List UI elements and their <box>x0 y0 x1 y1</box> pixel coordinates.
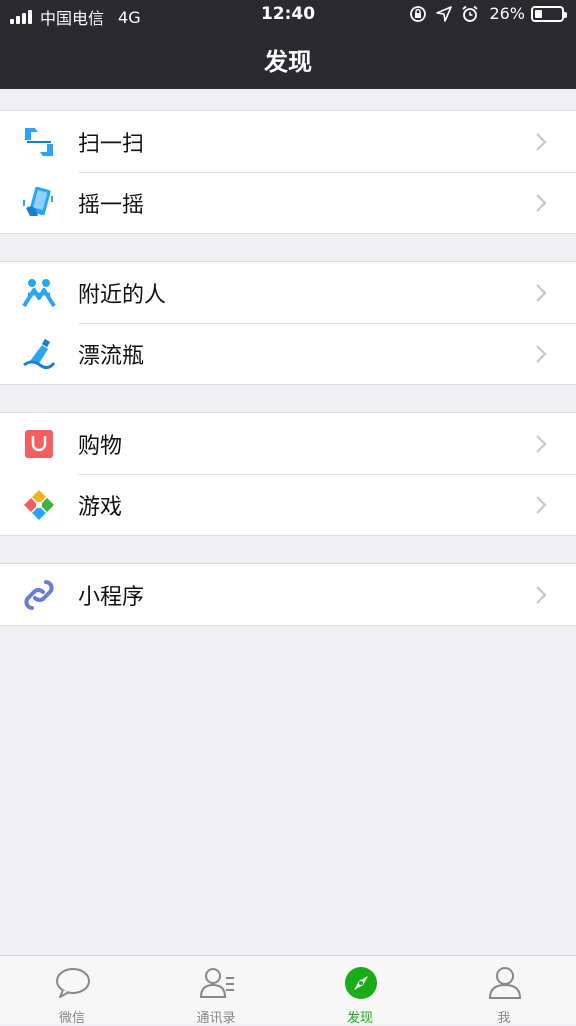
tab-chats[interactable]: 微信 <box>0 956 144 1026</box>
tab-label: 微信 <box>58 1011 85 1026</box>
row-label: 小程序 <box>78 584 145 610</box>
compass-icon <box>345 967 377 999</box>
tab-discover[interactable]: 发现 <box>288 956 432 1026</box>
chat-bubble-icon <box>56 968 90 998</box>
status-bar: 中国电信 4G 12:40 26% <box>0 0 576 30</box>
discover-list: 扫一扫 摇一摇 附近的人 漂流瓶 购物 游戏 小程序 <box>0 89 576 626</box>
contacts-icon <box>199 968 234 998</box>
row-label: 游戏 <box>78 494 123 520</box>
tab-label: 我 <box>497 1011 511 1026</box>
battery-fill <box>535 9 542 18</box>
drift-bottle-icon <box>23 338 56 370</box>
row-mini-program[interactable]: 小程序 <box>0 564 576 625</box>
group-scan-shake: 扫一扫 摇一摇 <box>0 110 576 234</box>
chevron-right-icon <box>536 284 547 302</box>
location-icon <box>436 5 453 22</box>
row-label: 附近的人 <box>78 282 167 308</box>
group-nearby-bottle: 附近的人 漂流瓶 <box>0 261 576 385</box>
chevron-right-icon <box>536 496 547 514</box>
chevron-right-icon <box>536 133 547 151</box>
tab-me[interactable]: 我 <box>432 956 576 1026</box>
mini-program-icon <box>24 580 54 610</box>
profile-icon <box>488 967 522 999</box>
row-drift-bottle[interactable]: 漂流瓶 <box>0 323 576 384</box>
chevron-right-icon <box>536 194 547 212</box>
shopping-icon <box>25 430 53 458</box>
row-label: 摇一摇 <box>78 192 145 218</box>
battery-icon <box>531 5 567 22</box>
chevron-right-icon <box>536 586 547 604</box>
tab-label: 通讯录 <box>196 1011 236 1026</box>
games-icon <box>24 490 54 520</box>
row-shake[interactable]: 摇一摇 <box>0 172 576 233</box>
tab-contacts[interactable]: 通讯录 <box>144 956 288 1026</box>
row-label: 扫一扫 <box>78 131 145 157</box>
chevron-right-icon <box>536 435 547 453</box>
alarm-icon <box>462 5 479 22</box>
nav-header: 中国电信 4G 12:40 26% 发现 <box>0 0 576 89</box>
row-people-nearby[interactable]: 附近的人 <box>0 262 576 323</box>
scan-icon <box>25 128 53 156</box>
status-right: 26% <box>401 4 567 23</box>
chevron-right-icon <box>536 345 547 363</box>
people-nearby-icon <box>22 279 56 308</box>
shake-icon <box>23 186 53 216</box>
page-title: 发现 <box>264 48 312 76</box>
group-mini-program: 小程序 <box>0 563 576 626</box>
row-games[interactable]: 游戏 <box>0 474 576 535</box>
row-label: 漂流瓶 <box>78 343 145 369</box>
row-label: 购物 <box>78 433 123 459</box>
bottom-tab-bar: 微信 通讯录 发现 我 <box>0 955 576 1026</box>
row-shopping[interactable]: 购物 <box>0 413 576 474</box>
battery-percent: 26% <box>489 4 525 23</box>
row-scan[interactable]: 扫一扫 <box>0 111 576 172</box>
group-shopping-games: 购物 游戏 <box>0 412 576 536</box>
rotation-lock-icon <box>410 5 427 22</box>
tab-label: 发现 <box>346 1011 373 1026</box>
